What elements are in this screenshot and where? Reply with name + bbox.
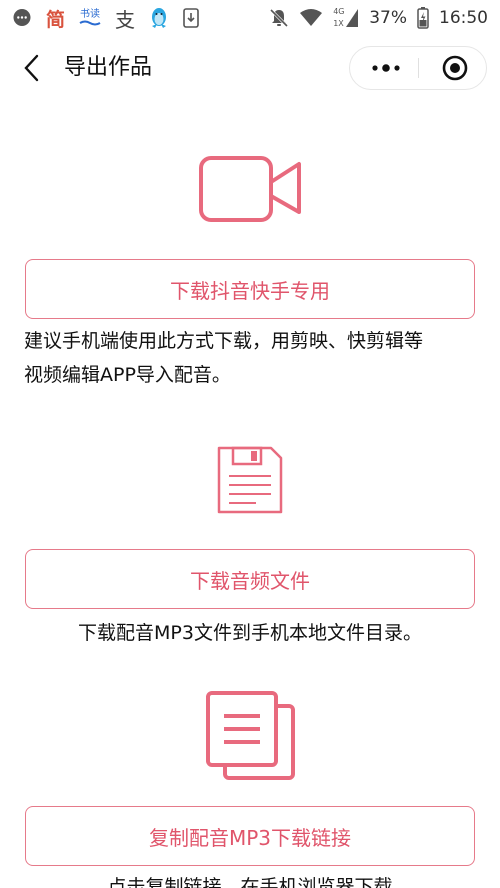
wifi-icon xyxy=(299,8,323,28)
close-mini-program-button[interactable] xyxy=(430,47,480,89)
download-douyin-kuaishou-button[interactable]: 下载抖音快手专用 xyxy=(25,259,475,319)
status-bar-notifications: 简 书读 支 xyxy=(12,4,199,32)
back-button[interactable] xyxy=(16,52,46,84)
page-title: 导出作品 xyxy=(64,55,153,80)
status-bar-system: 4G 1X 37% 16:50 xyxy=(269,4,488,32)
copy-document-icon xyxy=(205,690,297,782)
reader-app-glyph: 书读 xyxy=(80,9,101,20)
chat-bubble-icon xyxy=(12,8,32,28)
signal-icon: 4G 1X xyxy=(333,7,359,29)
clock: 16:50 xyxy=(439,8,488,28)
reader-app-icon: 书读 xyxy=(79,10,101,26)
navigation-bar: 导出作品 xyxy=(0,36,500,100)
network-type-label: 4G xyxy=(333,7,345,16)
description-line: 视频编辑APP导入配音。 xyxy=(24,364,231,386)
more-button[interactable] xyxy=(358,47,414,89)
status-bar: 简 书读 支 4G 1X 37% 16:50 xyxy=(0,0,500,36)
network-type-label-secondary: 1X xyxy=(333,19,344,28)
video-camera-icon xyxy=(198,152,304,228)
more-dots-icon xyxy=(372,64,400,72)
alipay-icon: 支 xyxy=(115,7,136,32)
floppy-disk-icon xyxy=(215,444,285,516)
capsule-divider xyxy=(418,58,419,78)
jian-app-icon: 简 xyxy=(46,8,66,31)
battery-percent: 37% xyxy=(369,8,407,28)
description-text: 下载配音MP3文件到手机本地文件目录。 xyxy=(78,622,422,644)
description-line: 建议手机端使用此方式下载，用剪映、快剪辑等 xyxy=(24,330,424,352)
download-audio-file-button[interactable]: 下载音频文件 xyxy=(25,549,475,609)
reader-wave-icon xyxy=(79,20,101,26)
mute-bell-icon xyxy=(269,8,289,28)
target-circle-icon xyxy=(442,55,468,81)
qq-penguin-icon xyxy=(149,7,169,29)
battery-icon xyxy=(417,7,429,29)
description-text: 点击复制链接，在手机浏览器下载 xyxy=(107,876,393,888)
copy-mp3-link-button[interactable]: 复制配音MP3下载链接 xyxy=(25,806,475,866)
description-text: 建议手机端使用此方式下载，用剪映、快剪辑等 视频编辑APP导入配音。 xyxy=(24,324,423,392)
mini-program-capsule xyxy=(349,46,487,90)
download-icon xyxy=(183,8,199,28)
chevron-left-icon xyxy=(24,54,39,82)
